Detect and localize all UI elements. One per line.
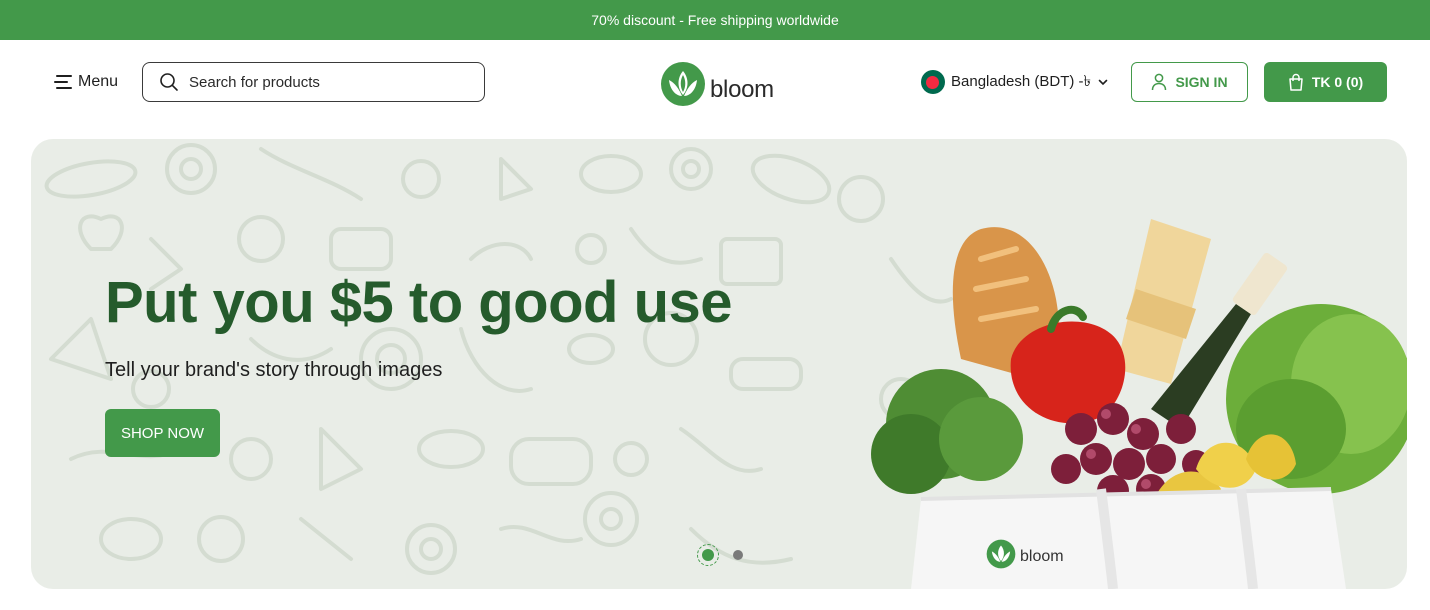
sign-in-button[interactable]: SIGN IN [1131, 62, 1248, 102]
bag-logo: bloom [986, 539, 1064, 569]
announcement-text: 70% discount - Free shipping worldwide [591, 12, 839, 28]
site-header: Menu bloom Bangladesh (BDT) -৳ SIGN IN [0, 40, 1430, 124]
grocery-bag-image [871, 219, 1407, 589]
cart-label: TK 0 (0) [1311, 74, 1364, 90]
menu-icon [54, 75, 72, 89]
hero-title: Put you $5 to good use [105, 270, 733, 335]
sign-in-label: SIGN IN [1175, 74, 1228, 90]
search-box[interactable] [142, 62, 485, 102]
site-logo[interactable]: bloom [660, 60, 774, 108]
shopping-bag-icon [1289, 73, 1303, 91]
bag-logo-lotus-icon [986, 539, 1016, 569]
logo-lotus-icon [661, 62, 705, 106]
country-label: Bangladesh (BDT) -৳ [951, 72, 1092, 90]
hero-banner: Put you $5 to good use Tell your brand's… [31, 139, 1407, 589]
logo-text: bloom [710, 76, 774, 103]
shop-now-button[interactable]: SHOP NOW [105, 409, 220, 457]
user-icon [1152, 73, 1167, 91]
slider-pagination [697, 544, 743, 566]
slide-dot-2[interactable] [733, 550, 743, 560]
hero-subtitle: Tell your brand's story through images [105, 359, 443, 381]
search-input[interactable] [189, 73, 459, 91]
bag-logo-text: bloom [1020, 548, 1064, 565]
flag-icon [921, 70, 945, 94]
menu-label: Menu [78, 73, 119, 90]
announcement-bar: 70% discount - Free shipping worldwide [0, 0, 1430, 40]
search-icon [160, 73, 178, 91]
slide-dot-1[interactable] [697, 544, 719, 566]
chevron-down-icon [1098, 79, 1108, 86]
cart-button[interactable]: TK 0 (0) [1264, 62, 1387, 102]
country-selector[interactable]: Bangladesh (BDT) -৳ [921, 70, 1109, 94]
menu-button[interactable]: Menu [54, 70, 118, 94]
